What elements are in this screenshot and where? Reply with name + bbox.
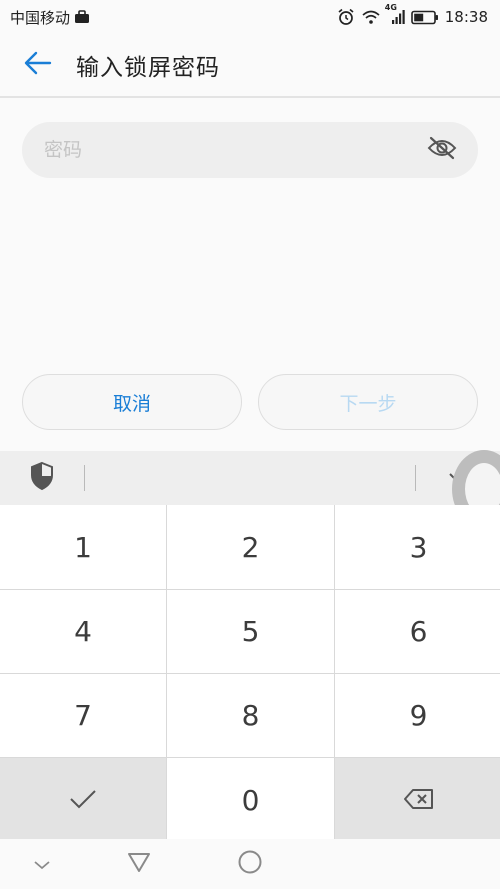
status-bar: 中国移动 4G 18:38 [0,0,500,34]
signal-icon: 4G [385,3,405,25]
alarm-icon [337,8,355,26]
status-right: 4G 18:38 [337,3,488,26]
clock-label: 18:38 [444,8,488,26]
back-arrow-icon [24,51,52,79]
nav-back-icon [127,851,151,877]
battery-icon [410,10,439,25]
key-0[interactable]: 0 [167,758,334,842]
key-2[interactable]: 2 [167,505,334,589]
wifi-icon [361,9,381,25]
backspace-icon [403,784,435,817]
nav-home-icon [237,849,263,879]
status-left: 中国移动 [10,7,90,28]
cancel-button[interactable]: 取消 [22,374,242,430]
page-title: 输入锁屏密码 [76,55,220,81]
security-keyboard-indicator [0,451,84,505]
header: 输入锁屏密码 [0,34,500,98]
toolbar-divider-left [84,465,85,491]
shield-icon [29,461,55,495]
password-input[interactable] [44,139,424,161]
toggle-visibility-button[interactable] [424,132,460,168]
key-5[interactable]: 5 [167,590,334,673]
nav-home-button[interactable] [220,839,280,889]
hide-nav-button[interactable] [12,839,72,889]
navigation-bar [0,839,500,889]
briefcase-icon [74,10,90,24]
key-9[interactable]: 9 [335,674,500,757]
key-8[interactable]: 8 [167,674,334,757]
key-6[interactable]: 6 [335,590,500,673]
key-4[interactable]: 4 [0,590,166,673]
backspace-key[interactable] [335,758,500,842]
network-type-label: 4G [384,3,397,12]
back-button[interactable] [0,33,76,97]
key-1[interactable]: 1 [0,505,166,589]
next-button[interactable]: 下一步 [258,374,478,430]
nav-back-button[interactable] [109,839,169,889]
key-3[interactable]: 3 [335,505,500,589]
key-7[interactable]: 7 [0,674,166,757]
eye-off-icon [427,136,457,164]
carrier-label: 中国移动 [10,8,71,27]
chevron-down-icon [33,855,51,874]
check-icon [68,784,98,817]
numeric-keypad: 1 2 3 4 5 6 7 8 9 0 [0,505,500,842]
confirm-key[interactable] [0,758,166,842]
password-field [22,122,478,178]
keyboard-toolbar [0,451,500,505]
